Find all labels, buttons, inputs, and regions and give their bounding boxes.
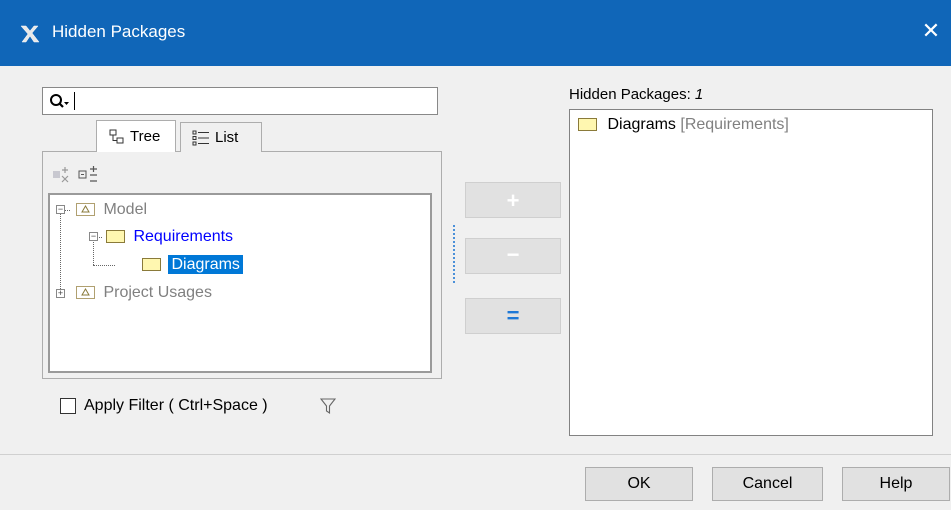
hidden-packages-list[interactable]: Diagrams [Requirements]	[569, 109, 933, 436]
tab-list-label: List	[215, 129, 239, 146]
remove-all-button-glyph: =	[506, 303, 520, 328]
tree-item-model[interactable]: Model	[76, 201, 147, 219]
list-view-icon	[192, 130, 209, 146]
remove-button[interactable]: −	[465, 238, 561, 274]
cancel-button[interactable]: Cancel	[712, 467, 823, 501]
splitter-handle[interactable]	[453, 225, 455, 283]
tree-item-requirements-label: Requirements	[133, 228, 234, 245]
tree-guide-line	[93, 237, 94, 265]
expand-all-icon[interactable]	[52, 166, 72, 184]
tree-item-project-usages[interactable]: Project Usages	[76, 284, 212, 302]
hidden-packages-header-label: Hidden Packages:	[569, 86, 695, 103]
tab-tree[interactable]: Tree	[96, 120, 176, 152]
folder-icon	[142, 258, 161, 272]
folder-icon	[106, 230, 125, 244]
list-item-name: Diagrams	[607, 116, 676, 133]
apply-filter-label: Apply Filter ( Ctrl+Space )	[84, 397, 268, 414]
folder-icon	[578, 118, 597, 132]
footer-divider	[0, 454, 951, 455]
expand-project-usages-toggle[interactable]: +	[56, 289, 65, 298]
package-tree[interactable]: − Model − Requirements Diagrams + Projec…	[48, 193, 432, 373]
title-bar: Hidden Packages ✕	[0, 0, 951, 66]
search-icon	[50, 94, 69, 108]
tab-tree-label: Tree	[130, 128, 161, 145]
filter-icon	[320, 398, 336, 415]
search-input[interactable]	[42, 87, 438, 115]
close-button[interactable]: ✕	[918, 18, 944, 44]
add-button-glyph: +	[506, 188, 520, 213]
tree-item-diagrams-label: Diagrams	[168, 255, 243, 274]
collapse-all-icon[interactable]	[78, 166, 100, 184]
list-item-owner: [Requirements]	[680, 116, 789, 133]
apply-filter-checkbox[interactable]	[60, 398, 76, 414]
hidden-packages-count: 1	[694, 86, 704, 103]
tree-view-icon	[109, 129, 124, 144]
tree-item-diagrams[interactable]: Diagrams	[142, 255, 243, 274]
remove-button-glyph: −	[506, 242, 520, 267]
collapse-requirements-toggle[interactable]: −	[89, 232, 98, 241]
tree-item-project-usages-label: Project Usages	[103, 284, 212, 301]
remove-all-button[interactable]: =	[465, 298, 561, 334]
text-caret	[74, 92, 75, 110]
tree-item-model-label: Model	[103, 201, 148, 218]
add-button[interactable]: +	[465, 182, 561, 218]
package-icon	[76, 203, 95, 217]
tab-list[interactable]: List	[180, 122, 262, 152]
package-icon	[76, 286, 95, 300]
ok-button[interactable]: OK	[585, 467, 693, 501]
tree-guide-line	[60, 211, 61, 293]
app-logo-icon	[20, 25, 40, 43]
tree-item-requirements[interactable]: Requirements	[106, 228, 233, 246]
help-button[interactable]: Help	[842, 467, 950, 501]
window-title: Hidden Packages	[52, 22, 186, 41]
collapse-model-toggle[interactable]: −	[56, 205, 65, 214]
hidden-packages-header: Hidden Packages: 1	[569, 86, 703, 103]
tree-guide-line	[93, 265, 115, 266]
list-item[interactable]: Diagrams [Requirements]	[578, 116, 789, 134]
